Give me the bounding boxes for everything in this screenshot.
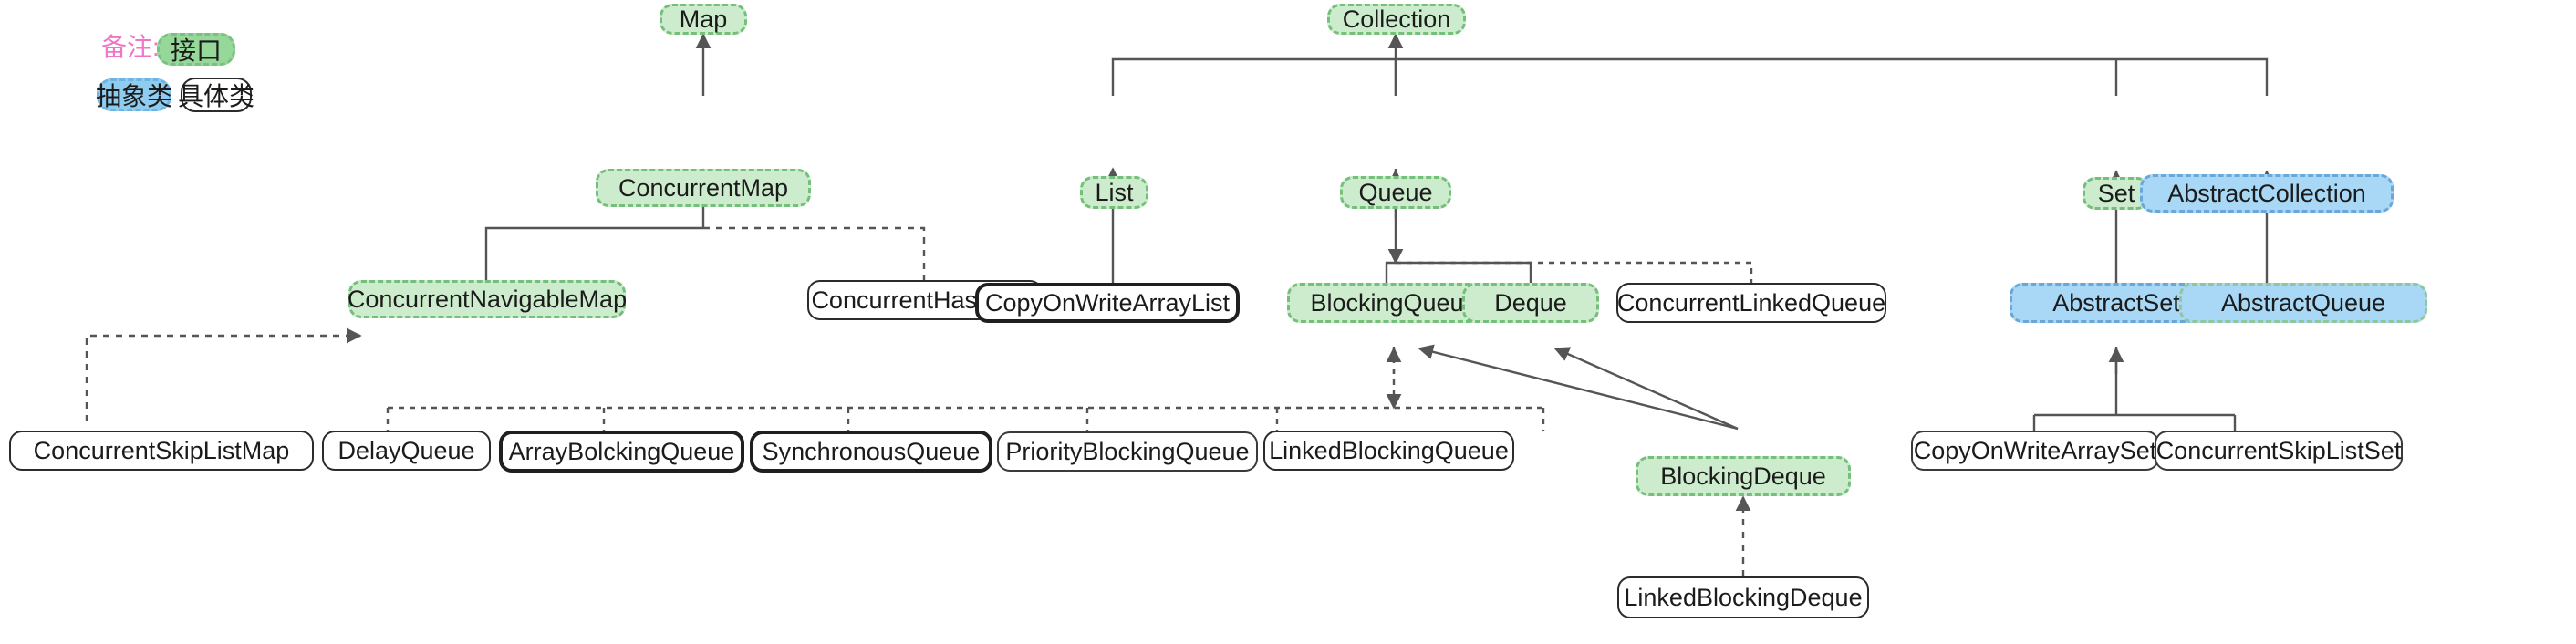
edge-concurrenthashmap-concurrentmap <box>703 226 926 280</box>
node-collection[interactable]: Collection <box>1327 4 1466 35</box>
node-deque[interactable]: Deque <box>1462 283 1599 323</box>
legend-chip-concrete: 具体类 <box>178 78 255 112</box>
node-priorityblockingqueue-label: PriorityBlockingQueue <box>1005 437 1250 465</box>
node-concurrentskiplistmap[interactable]: ConcurrentSkipListMap <box>9 431 314 471</box>
node-arrayblockingqueue-label: ArrayBolckingQueue <box>508 437 735 465</box>
legend-chip-interface-label: 接口 <box>170 36 222 65</box>
node-linkedblockingdeque[interactable]: LinkedBlockingDeque <box>1617 576 1869 618</box>
node-linkedblockingqueue[interactable]: LinkedBlockingQueue <box>1263 431 1514 471</box>
node-deque-label: Deque <box>1494 288 1567 317</box>
node-copyonwritearraylist[interactable]: CopyOnWriteArrayList <box>975 283 1240 323</box>
node-map-label: Map <box>679 5 728 33</box>
node-arrayblockingqueue[interactable]: ArrayBolckingQueue <box>499 431 744 473</box>
legend-chip-abstract: 抽象类 <box>96 78 173 111</box>
node-copyonwritearrayset-label: CopyOnWriteArraySet <box>1913 436 2157 464</box>
node-map[interactable]: Map <box>660 4 747 35</box>
edge-concurrentnavigablemap-concurrentmap <box>484 226 703 280</box>
node-concurrentnavigablemap[interactable]: ConcurrentNavigableMap <box>347 280 628 318</box>
node-abstractcollection[interactable]: AbstractCollection <box>2140 174 2394 213</box>
edge-deque-queue <box>1396 261 1532 283</box>
node-list-label: List <box>1095 178 1134 206</box>
legend-title: 备注: <box>101 33 160 61</box>
node-linkedblockingdeque-label: LinkedBlockingDeque <box>1624 583 1863 611</box>
node-abstractqueue[interactable]: AbstractQueue <box>2179 283 2427 323</box>
node-copyonwritearrayset[interactable]: CopyOnWriteArraySet <box>1911 431 2159 471</box>
node-blockingqueue-label: BlockingQueue <box>1310 288 1478 317</box>
edge-blockingqueue-queue <box>1385 261 1396 283</box>
node-abstractqueue-label: AbstractQueue <box>2220 288 2386 317</box>
class-hierarchy-diagram: 备注: 接口 抽象类 具体类 Map Collection Concurrent… <box>0 0 2576 644</box>
node-synchronousqueue-label: SynchronousQueue <box>762 437 981 465</box>
node-queue-label: Queue <box>1358 178 1433 206</box>
node-concurrentmap[interactable]: ConcurrentMap <box>596 169 811 207</box>
node-collection-label: Collection <box>1342 5 1451 33</box>
node-concurrentskiplistset[interactable]: ConcurrentSkipListSet <box>2155 431 2403 471</box>
node-queue[interactable]: Queue <box>1340 176 1451 209</box>
node-blockingdeque[interactable]: BlockingDeque <box>1636 456 1851 496</box>
node-delayqueue-label: DelayQueue <box>338 436 475 464</box>
node-concurrentskiplistmap-label: ConcurrentSkipListMap <box>33 436 290 464</box>
node-list[interactable]: List <box>1080 176 1148 209</box>
node-abstractset-label: AbstractSet <box>2052 288 2180 317</box>
edge-concurrentskiplistmap-concurrentnavigablemap <box>85 327 362 421</box>
node-synchronousqueue[interactable]: SynchronousQueue <box>750 431 992 473</box>
edge-collection-bus <box>1111 57 2269 96</box>
legend-chip-abstract-label: 抽象类 <box>96 82 173 110</box>
node-concurrentskiplistset-label: ConcurrentSkipListSet <box>2155 436 2402 464</box>
node-copyonwritearraylist-label: CopyOnWriteArrayList <box>984 288 1231 317</box>
edge-blockingdeque-blockingqueue <box>1418 344 1739 431</box>
edge-concurrentlinkedqueue-queue <box>1396 261 1753 283</box>
edge-blockingdeque-deque <box>1553 347 1739 431</box>
node-delayqueue[interactable]: DelayQueue <box>322 431 491 471</box>
node-concurrentlinkedqueue-label: ConcurrentLinkedQueue <box>1616 288 1886 317</box>
node-set-label: Set <box>2097 179 2135 207</box>
node-abstractcollection-label: AbstractCollection <box>2167 179 2366 207</box>
node-concurrentlinkedqueue[interactable]: ConcurrentLinkedQueue <box>1616 283 1886 323</box>
node-concurrentnavigablemap-label: ConcurrentNavigableMap <box>347 285 628 313</box>
node-concurrentmap-label: ConcurrentMap <box>618 173 789 202</box>
node-priorityblockingqueue[interactable]: PriorityBlockingQueue <box>997 431 1258 472</box>
node-linkedblockingqueue-label: LinkedBlockingQueue <box>1269 436 1509 464</box>
legend-chip-concrete-label: 具体类 <box>178 82 255 110</box>
legend-chip-interface: 接口 <box>157 33 235 66</box>
node-blockingdeque-label: BlockingDeque <box>1660 462 1826 490</box>
